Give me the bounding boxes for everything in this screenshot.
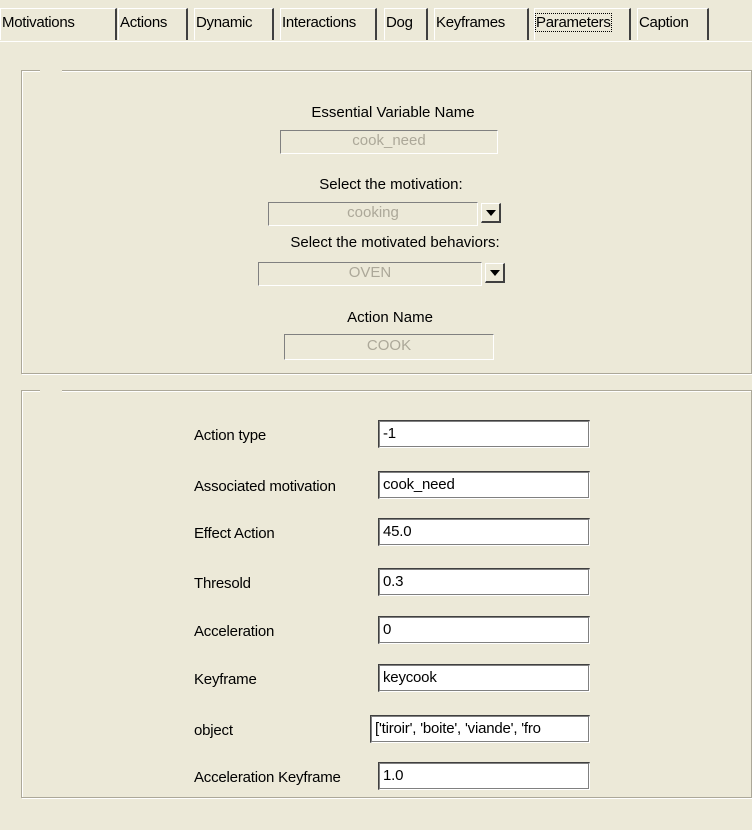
behaviors-label: Select the motivated behaviors: (290, 234, 500, 251)
tab-dynamic[interactable]: Dynamic (194, 8, 274, 40)
groupbox-caption-gap (40, 389, 62, 393)
tab-label: Motivations (2, 14, 75, 31)
essential-variable-field: cook_need (280, 130, 498, 154)
behaviors-dropdown-button[interactable] (485, 263, 505, 283)
chevron-down-icon (490, 270, 500, 276)
action-type-input[interactable]: -1 (378, 420, 590, 448)
tab-keyframes[interactable]: Keyframes (434, 8, 529, 40)
keyframe-input[interactable]: keycook (378, 664, 590, 692)
tab-bar: Motivations Actions Dynamic Interactions… (0, 8, 752, 42)
tab-label: Dynamic (196, 14, 253, 31)
tab-actions[interactable]: Actions (118, 8, 188, 40)
action-name-field: COOK (284, 334, 494, 360)
tab-label: Dog (386, 14, 413, 31)
threshold-label: Thresold (194, 575, 251, 592)
effect-action-label: Effect Action (194, 525, 275, 542)
motivation-dropdown-button[interactable] (481, 203, 501, 223)
tab-label: Interactions (282, 14, 356, 31)
associated-motivation-input[interactable]: cook_need (378, 471, 590, 499)
object-label: object (194, 722, 233, 739)
tab-parameters[interactable]: Parameters (534, 8, 631, 40)
threshold-input[interactable]: 0.3 (378, 568, 590, 596)
action-type-label: Action type (194, 427, 267, 444)
effect-action-input[interactable]: 45.0 (378, 518, 590, 546)
motivation-label: Select the motivation: (319, 176, 463, 193)
acceleration-label: Acceleration (194, 623, 275, 640)
tab-label: Actions (120, 14, 168, 31)
groupbox-caption-gap (40, 69, 62, 73)
object-input[interactable]: ['tiroir', 'boite', 'viande', 'fro (370, 715, 590, 743)
tab-label: Keyframes (436, 14, 505, 31)
tab-dog[interactable]: Dog (384, 8, 428, 40)
acceleration-input[interactable]: 0 (378, 616, 590, 644)
motivation-select[interactable]: cooking (268, 202, 478, 226)
tab-label: Caption (639, 14, 689, 31)
chevron-down-icon (486, 210, 496, 216)
associated-motivation-label: Associated motivation (194, 478, 336, 495)
action-name-label: Action Name (347, 309, 433, 326)
keyframe-label: Keyframe (194, 671, 257, 688)
tab-label: Parameters (535, 13, 612, 32)
acceleration-keyframe-input[interactable]: 1.0 (378, 762, 590, 790)
tab-motivations[interactable]: Motivations (0, 8, 117, 40)
acceleration-keyframe-label: Acceleration Keyframe (194, 769, 341, 786)
parameters-panel: Essential Variable Name cook_need Select… (0, 42, 752, 830)
behaviors-select[interactable]: OVEN (258, 262, 482, 286)
tab-interactions[interactable]: Interactions (280, 8, 377, 40)
essential-variable-label: Essential Variable Name (311, 104, 475, 121)
tab-caption[interactable]: Caption (637, 8, 709, 40)
